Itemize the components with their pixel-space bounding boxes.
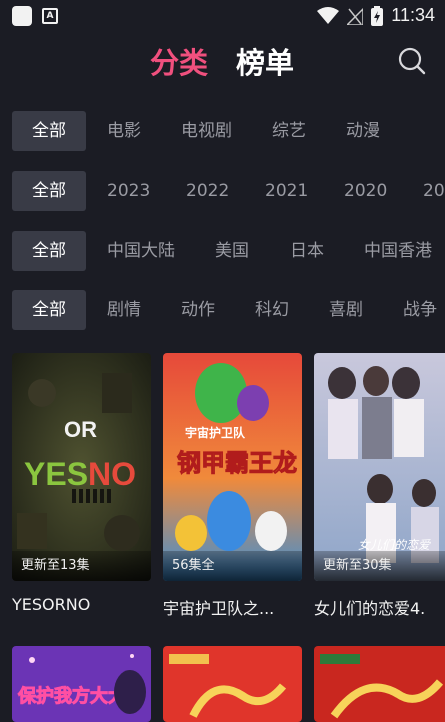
- battery-icon: [371, 5, 384, 26]
- top-header: 分类 榜单: [0, 38, 445, 84]
- filter-genre-tv[interactable]: 电视剧: [181, 111, 232, 151]
- poster-tag-text: 女儿们的恋爱: [358, 538, 431, 552]
- poster-image[interactable]: 保护我方大大: [12, 646, 151, 722]
- filter-year-more[interactable]: 20: [423, 171, 445, 211]
- poster-image[interactable]: 女儿们的恋爱 更新至30集: [314, 353, 445, 581]
- filter-region-hongkong[interactable]: 中国香港: [364, 231, 432, 271]
- filter-type-all[interactable]: 全部: [12, 290, 86, 330]
- filter-row-region: 全部 中国大陆 美国 日本 中国香港: [0, 231, 445, 271]
- episode-badge: 56集全: [163, 551, 302, 581]
- filter-region-usa[interactable]: 美国: [215, 231, 249, 271]
- filter-genre-all[interactable]: 全部: [12, 111, 86, 151]
- episode-badge: 更新至13集: [12, 551, 151, 581]
- filter-type-war[interactable]: 战争: [403, 290, 437, 330]
- card-title: 宇宙护卫队之...: [163, 599, 275, 618]
- filter-year-2020[interactable]: 2020: [344, 171, 387, 211]
- video-card[interactable]: 宇宙护卫队 钢甲霸王龙 56集全 宇宙护卫队之...: [163, 353, 302, 619]
- card-title: 女儿们的恋爱4.: [314, 599, 426, 618]
- poster-no-text: NO: [88, 456, 136, 492]
- filter-row-type: 全部 剧情 动作 科幻 喜剧 战争: [0, 290, 445, 330]
- video-card[interactable]: 保护我方大大: [12, 646, 151, 722]
- poster-image[interactable]: [314, 646, 445, 722]
- video-card[interactable]: [314, 646, 445, 722]
- poster-image[interactable]: 宇宙护卫队 钢甲霸王龙 56集全: [163, 353, 302, 581]
- poster-yes-text: YES: [24, 456, 88, 492]
- filter-type-drama[interactable]: 剧情: [107, 290, 141, 330]
- no-signal-icon: [347, 7, 364, 25]
- poster-text: 保护我方大大: [17, 685, 126, 707]
- poster-gala2-art: [314, 646, 445, 722]
- filter-year-2023[interactable]: 2023: [107, 171, 150, 211]
- filter-region-mainland[interactable]: 中国大陆: [107, 231, 175, 271]
- filter-region-japan[interactable]: 日本: [290, 231, 324, 271]
- card-title: YESORNO: [12, 595, 91, 614]
- status-bar: A 11:34: [0, 0, 445, 34]
- filter-type-scifi[interactable]: 科幻: [255, 290, 289, 330]
- filter-row-genre: 全部 电影 电视剧 综艺 动漫: [0, 111, 445, 151]
- poster-variety-art: 女儿们的恋爱: [314, 353, 445, 581]
- poster-gala-art: [163, 646, 302, 722]
- poster-main-title: 钢甲霸王龙: [177, 449, 297, 477]
- tab-category[interactable]: 分类: [150, 40, 208, 82]
- filter-region-all[interactable]: 全部: [12, 231, 86, 271]
- video-card[interactable]: [163, 646, 302, 722]
- poster-image[interactable]: [163, 646, 302, 722]
- poster-romance-art: 保护我方大大: [12, 646, 151, 722]
- poster-or-text: OR: [64, 417, 97, 442]
- poster-top-text: 宇宙护卫队: [185, 425, 246, 440]
- video-card[interactable]: OR YES NO 更新至13集 YESORNO: [12, 353, 151, 614]
- filter-type-action[interactable]: 动作: [181, 290, 215, 330]
- notification-a-icon: A: [42, 8, 58, 24]
- filter-type-comedy[interactable]: 喜剧: [329, 290, 363, 330]
- wifi-icon: [317, 6, 340, 24]
- filter-year-all[interactable]: 全部: [12, 171, 86, 211]
- filter-year-2021[interactable]: 2021: [265, 171, 308, 211]
- filter-year-2022[interactable]: 2022: [186, 171, 229, 211]
- video-card[interactable]: 女儿们的恋爱 更新至30集 女儿们的恋爱4.: [314, 353, 445, 619]
- filter-row-year: 全部 2023 2022 2021 2020 20: [0, 171, 445, 211]
- tab-ranking[interactable]: 榜单: [236, 40, 294, 82]
- poster-yesorno-art: OR YES NO: [12, 353, 151, 581]
- poster-cartoon-art: 宇宙护卫队 钢甲霸王龙: [163, 353, 302, 581]
- poster-image[interactable]: OR YES NO 更新至13集: [12, 353, 151, 581]
- clock: 11:34: [391, 5, 435, 25]
- episode-badge: 更新至30集: [314, 551, 445, 581]
- filter-genre-movie[interactable]: 电影: [107, 111, 141, 151]
- filter-genre-variety[interactable]: 综艺: [272, 111, 306, 151]
- search-icon[interactable]: [397, 46, 427, 76]
- filter-genre-anime[interactable]: 动漫: [346, 111, 380, 151]
- notification-app-icon: [12, 6, 32, 26]
